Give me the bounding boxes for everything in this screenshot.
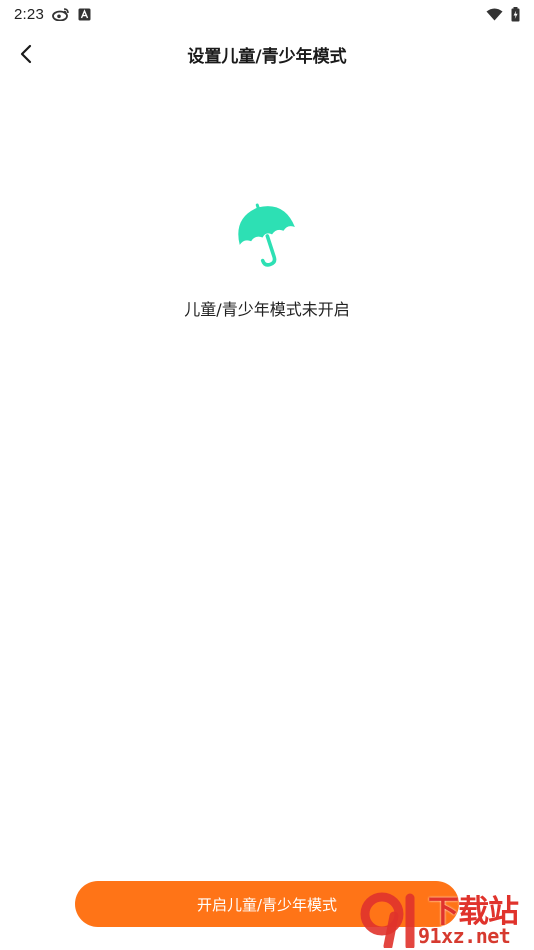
weibo-icon	[52, 7, 70, 21]
status-time: 2:23	[14, 5, 44, 23]
enable-mode-button[interactable]: 开启儿童/青少年模式	[75, 881, 459, 927]
watermark-domain: 91xz.net	[418, 924, 511, 948]
mode-status-text: 儿童/青少年模式未开启	[184, 300, 350, 319]
chevron-left-icon	[20, 44, 32, 64]
empty-state: 儿童/青少年模式未开启	[0, 200, 534, 320]
status-left: 2:23	[14, 6, 91, 23]
umbrella-icon	[238, 203, 295, 267]
wifi-icon	[486, 8, 503, 21]
status-bar: 2:23	[0, 0, 534, 28]
page-title: 设置儿童/青少年模式	[187, 46, 347, 67]
back-button[interactable]	[10, 38, 42, 70]
a-notification-icon	[78, 8, 91, 21]
header: 设置儿童/青少年模式	[0, 28, 534, 80]
status-right	[486, 6, 520, 22]
battery-charging-icon	[511, 6, 520, 22]
screen: 2:23 设置儿童/青少年模式 儿童/青少年模式未开启 开启儿童/青少年模式 下…	[0, 0, 534, 950]
